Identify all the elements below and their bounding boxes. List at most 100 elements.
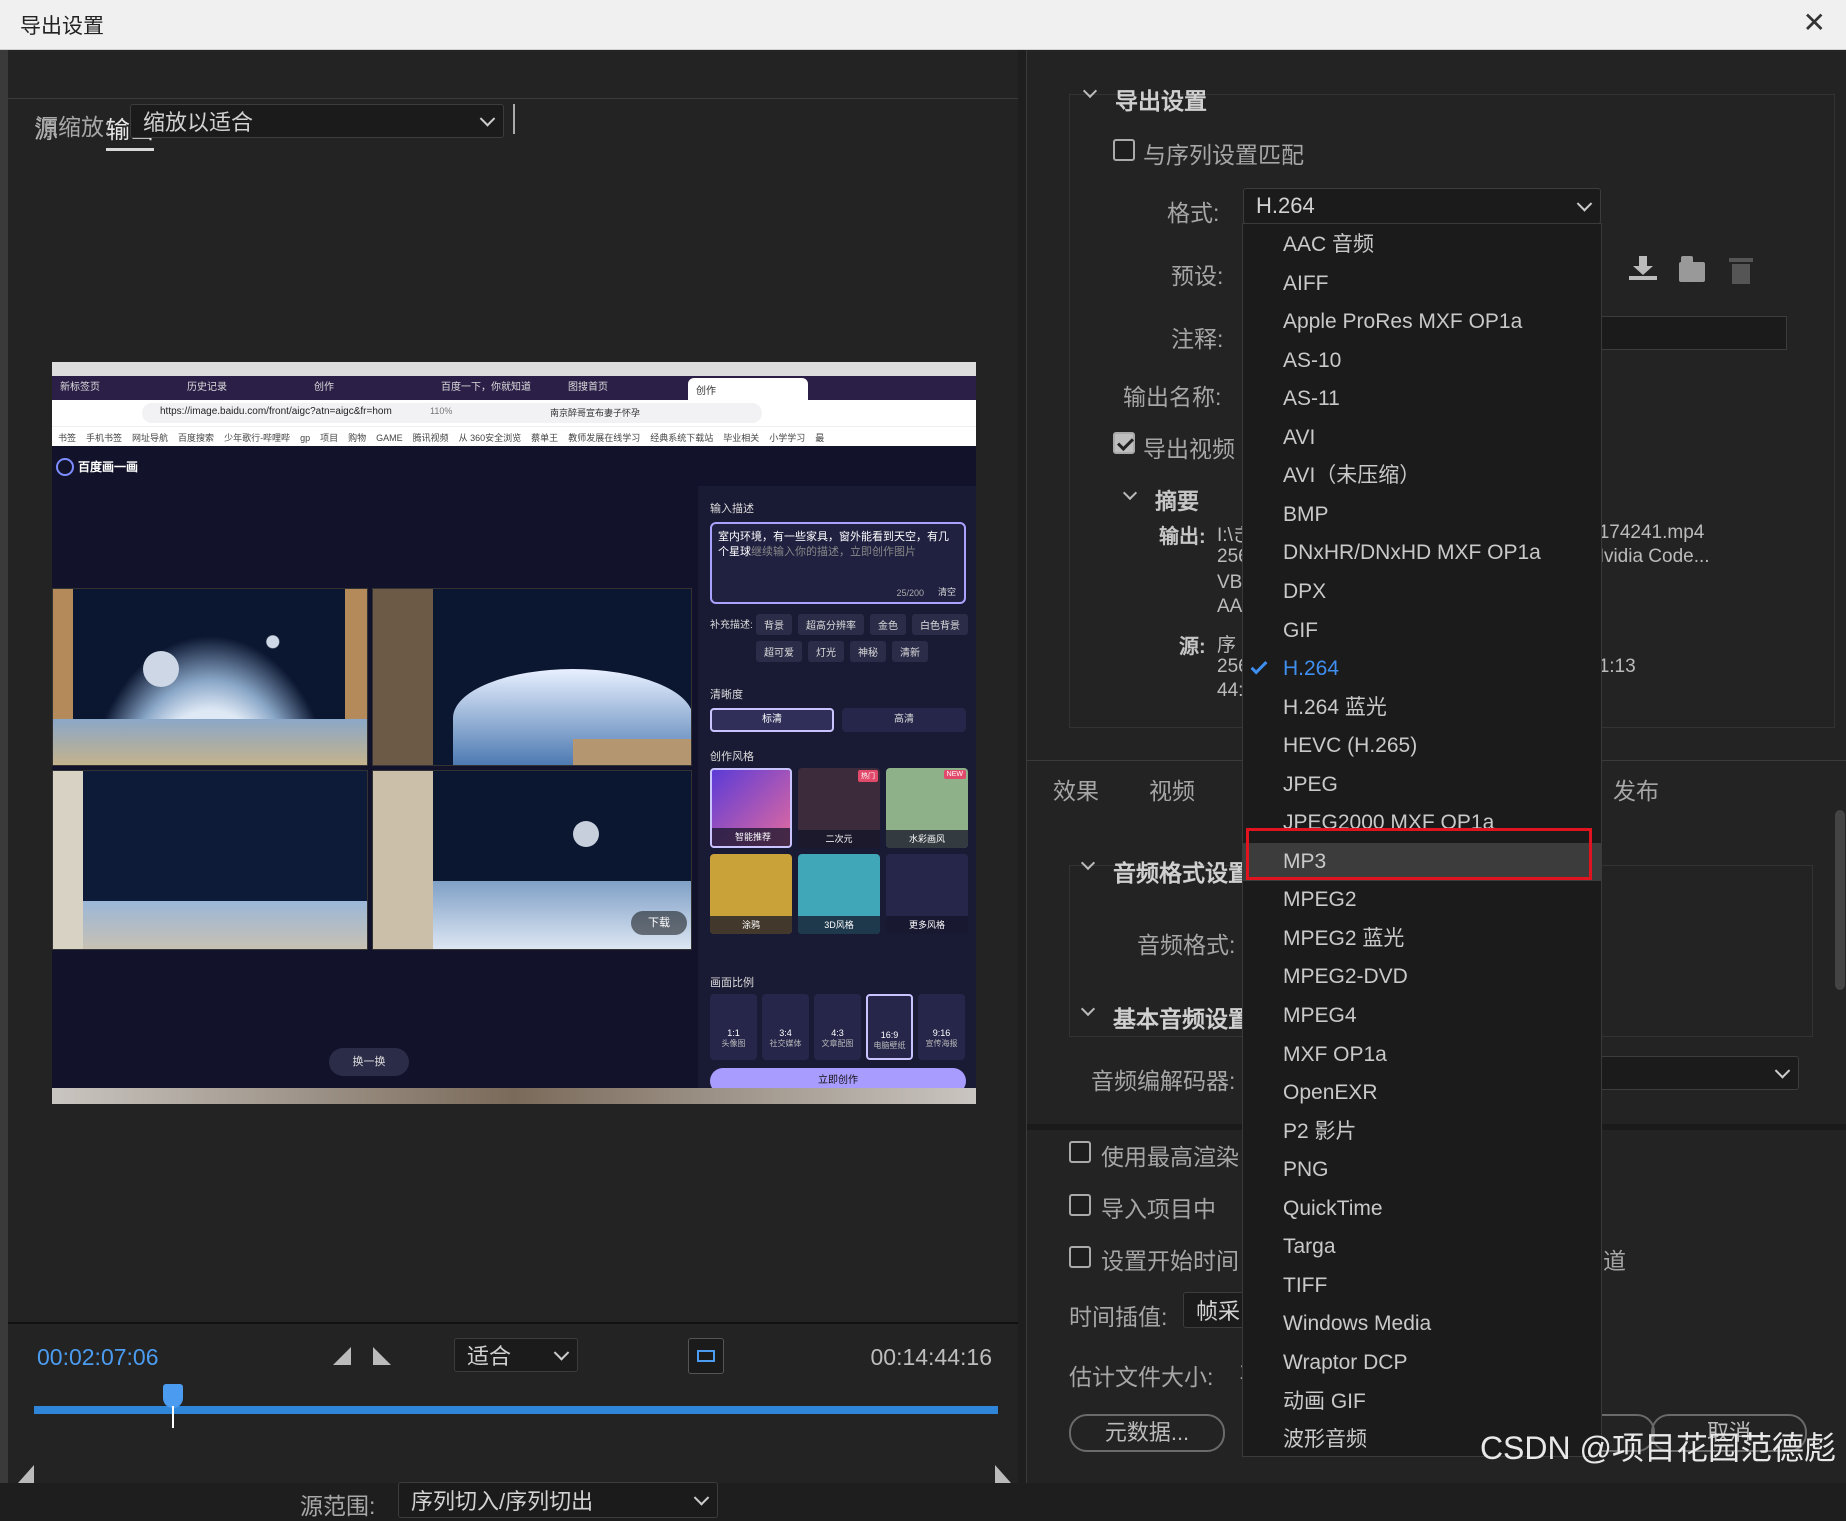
source-range-dropdown[interactable]: 序列切入/序列切出 [398, 1482, 718, 1518]
format-option-label: DNxHR/DNxHD MXF OP1a [1283, 541, 1541, 565]
save-preset-icon[interactable] [1629, 256, 1659, 280]
basic-audio-heading: 基本音频设置 [1113, 1006, 1251, 1032]
in-point-icon[interactable] [18, 1465, 34, 1483]
start-time-checkbox[interactable] [1069, 1246, 1091, 1268]
format-option-label: Windows Media [1283, 1312, 1432, 1336]
format-option[interactable]: Targa [1243, 1228, 1601, 1266]
format-option-label: AIFF [1283, 271, 1329, 295]
time-interp-label: 时间插值: [1069, 1304, 1168, 1330]
format-option-label: 波形音频 [1283, 1428, 1367, 1452]
bookmark-item: 腾讯视频 [412, 433, 449, 443]
format-option[interactable]: TIFF [1243, 1267, 1601, 1305]
aspect-toggle-button[interactable] [688, 1338, 724, 1374]
format-option[interactable]: MPEG2 蓝光 [1243, 920, 1601, 958]
metadata-button[interactable]: 元数据... [1069, 1414, 1225, 1452]
ratio-option: 16:9 电脑壁纸 [866, 994, 913, 1060]
format-option[interactable]: AIFF [1243, 265, 1601, 303]
tab-publish[interactable]: 发布 [1613, 772, 1659, 806]
mark-out-icon[interactable] [373, 1347, 391, 1365]
max-render-checkbox[interactable] [1069, 1141, 1091, 1163]
style-card: 3D风格 [798, 854, 880, 934]
timeline-track[interactable] [34, 1406, 998, 1414]
time-interp-value: 帧采 [1196, 1299, 1241, 1324]
format-option[interactable]: AS-11 [1243, 380, 1601, 418]
import-preset-icon[interactable] [1679, 256, 1709, 282]
format-option-label: QuickTime [1283, 1196, 1383, 1220]
output-name-label: 输出名称: [1123, 384, 1222, 410]
delete-preset-icon[interactable] [1729, 256, 1753, 284]
bookmark-item: 蔡单王 [531, 433, 559, 443]
format-option-label: AS-11 [1283, 387, 1340, 411]
format-option[interactable]: P2 影片 [1243, 1113, 1601, 1151]
audio-codec-dropdown[interactable] [1587, 1056, 1799, 1090]
bookmark-item: 手机书签 [86, 433, 123, 443]
ratio-desc: 头像图 [721, 1039, 746, 1048]
playhead-line [171, 1406, 174, 1428]
format-option[interactable]: AVI [1243, 419, 1601, 457]
chevron-down-icon [1576, 196, 1593, 212]
format-option[interactable]: AVI（未压缩） [1243, 457, 1601, 495]
format-option[interactable]: BMP [1243, 496, 1601, 534]
fit-value: 适合 [467, 1344, 512, 1369]
swap-button: 换一换 [329, 1048, 409, 1076]
format-option[interactable]: H.264 蓝光 [1243, 689, 1601, 727]
source-scale-label: 源缩放: [35, 114, 111, 140]
match-sequence-checkbox[interactable] [1113, 139, 1135, 161]
ratio-desc: 电脑壁纸 [873, 1041, 906, 1050]
format-option[interactable]: QuickTime [1243, 1190, 1601, 1228]
source-scale-dropdown[interactable]: 缩放以适合 [130, 104, 504, 138]
source-scale-value: 缩放以适合 [143, 110, 254, 135]
tab-effects[interactable]: 效果 [1053, 772, 1099, 806]
output-summary-label: 输出: [1159, 526, 1206, 548]
format-option[interactable]: DPX [1243, 573, 1601, 611]
download-button: 下载 [631, 911, 687, 935]
cursor-caret [513, 104, 515, 134]
format-option[interactable]: OpenEXR [1243, 1074, 1601, 1112]
bookmark-item: 项目 [320, 433, 339, 443]
est-size-label: 估计文件大小: [1069, 1364, 1214, 1390]
format-option[interactable]: Windows Media [1243, 1305, 1601, 1343]
format-option-label: JPEG [1283, 772, 1338, 796]
import-project-checkbox[interactable] [1069, 1194, 1091, 1216]
format-option[interactable]: GIF [1243, 612, 1601, 650]
bookmark-item: 书签 [58, 433, 77, 443]
format-option[interactable]: Wraptor DCP [1243, 1344, 1601, 1382]
ratio-value: 9:16 [932, 1028, 951, 1038]
preset-label: 预设: [1171, 263, 1224, 289]
format-value: H.264 [1256, 193, 1315, 218]
out-point-icon[interactable] [995, 1465, 1011, 1483]
format-option[interactable]: Apple ProRes MXF OP1a [1243, 303, 1601, 341]
format-option[interactable]: AAC 音频 [1243, 226, 1601, 264]
current-timecode[interactable]: 00:02:07:06 [37, 1344, 159, 1371]
format-option[interactable]: PNG [1243, 1151, 1601, 1189]
fit-dropdown[interactable]: 适合 [454, 1338, 578, 1372]
format-option-label: MPEG2-DVD [1283, 965, 1408, 989]
format-option[interactable]: HEVC (H.265) [1243, 727, 1601, 765]
generated-image-2 [372, 588, 692, 766]
chevron-down-icon [479, 111, 496, 127]
prompt-chip: 神秘 [850, 641, 886, 662]
format-option[interactable]: AS-10 [1243, 342, 1601, 380]
style-badge: NEW [943, 770, 966, 779]
playhead-handle[interactable] [162, 1384, 183, 1408]
comment-label: 注释: [1171, 326, 1224, 352]
format-option[interactable]: JPEG [1243, 766, 1601, 804]
mark-in-icon[interactable] [333, 1347, 351, 1365]
ratio-desc: 宣传海报 [925, 1039, 958, 1048]
format-option-label: MPEG2 蓝光 [1283, 926, 1405, 950]
format-option[interactable]: H.264 [1243, 650, 1601, 688]
format-option[interactable]: DNxHR/DNxHD MXF OP1a [1243, 534, 1601, 572]
settings-scrollbar[interactable] [1835, 810, 1845, 990]
tab-video[interactable]: 视频 [1149, 772, 1195, 806]
format-option[interactable]: MXF OP1a [1243, 1036, 1601, 1074]
format-option[interactable]: 动画 GIF [1243, 1383, 1601, 1421]
prompt-chip: 超可爱 [756, 641, 802, 662]
format-option[interactable]: MPEG2-DVD [1243, 958, 1601, 996]
bookmark-item: 百度搜索 [178, 433, 215, 443]
generated-image-3 [52, 770, 368, 950]
format-option[interactable]: MPEG4 [1243, 997, 1601, 1035]
close-icon[interactable]: ✕ [1803, 8, 1826, 38]
format-dropdown[interactable]: H.264 [1243, 188, 1601, 224]
format-option[interactable]: MPEG2 [1243, 881, 1601, 919]
export-video-checkbox[interactable] [1113, 432, 1135, 454]
